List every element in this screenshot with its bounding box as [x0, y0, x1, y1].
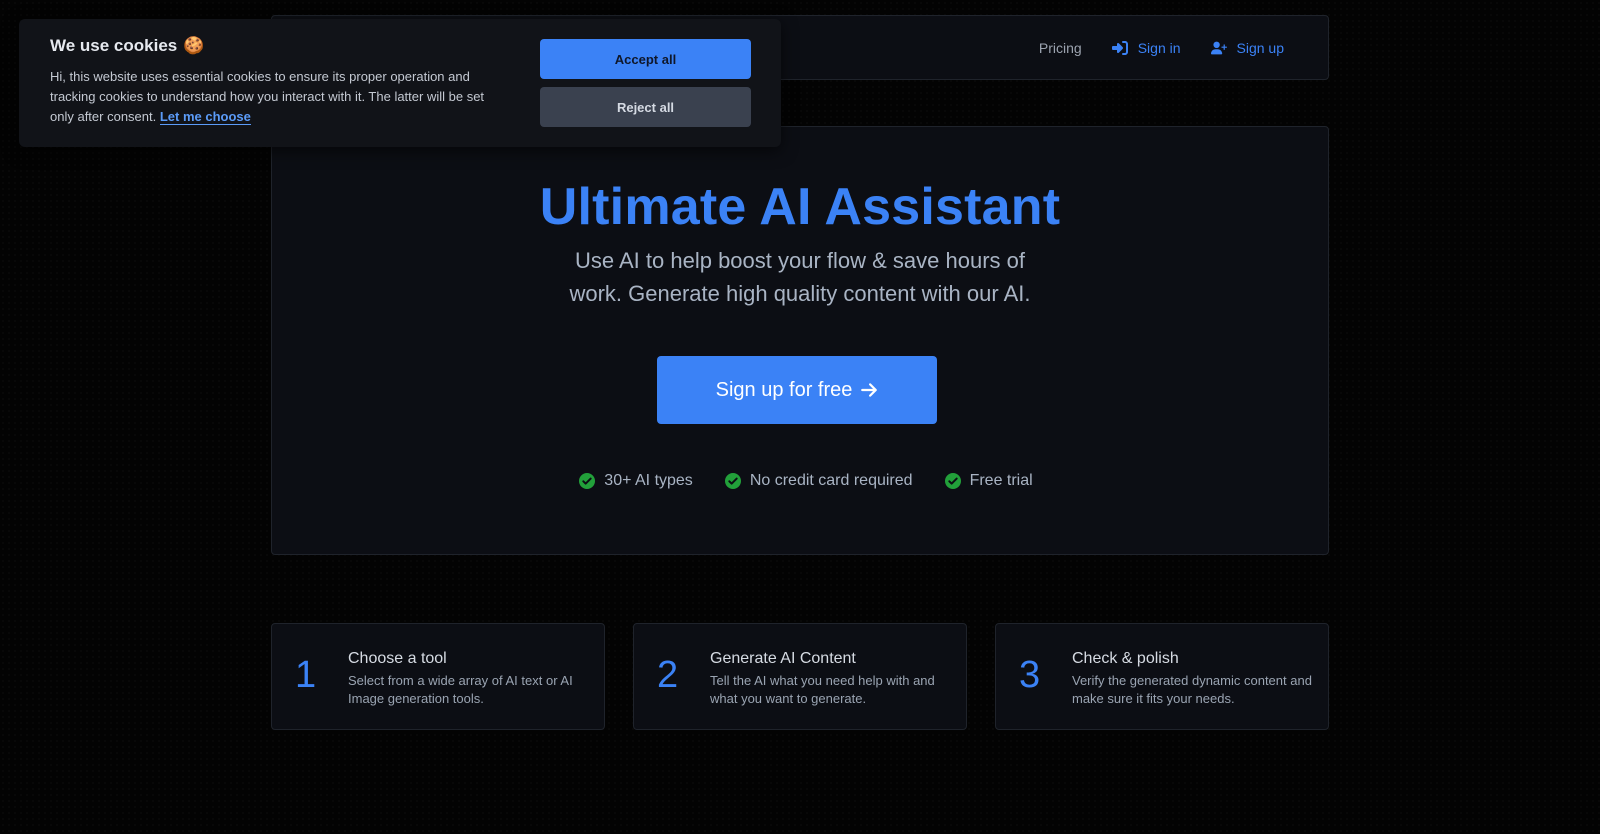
- cookie-body-text: Hi, this website uses essential cookies …: [50, 69, 485, 124]
- nav-sign-up-label: Sign up: [1236, 39, 1284, 56]
- hero-subtitle: Use AI to help boost your flow & save ho…: [569, 248, 1031, 306]
- nav-pricing-link[interactable]: Pricing: [1039, 40, 1082, 56]
- step-description: Select from a wide array of AI text or A…: [348, 673, 573, 706]
- nav-sign-in-link[interactable]: Sign in: [1111, 39, 1181, 56]
- nav-sign-up-link[interactable]: Sign up: [1210, 39, 1284, 56]
- feature-item: Free trial: [944, 472, 1033, 490]
- feature-label: No credit card required: [749, 472, 913, 489]
- feature-item: No credit card required: [724, 472, 913, 490]
- step-card: 3 Check & polish Verify the generated dy…: [995, 623, 1329, 730]
- cookie-icon: 🍪: [183, 36, 205, 56]
- nav-links: Pricing Sign in Sign up: [1039, 16, 1284, 79]
- step-title: Generate AI Content: [710, 650, 856, 667]
- check-circle-icon: [724, 473, 741, 489]
- user-plus-icon: [1210, 41, 1227, 54]
- step-description: Tell the AI what you need help with and …: [710, 673, 935, 706]
- hero-title: Ultimate AI Assistant: [539, 178, 1061, 236]
- step-title: Choose a tool: [348, 650, 447, 667]
- sign-in-icon: [1111, 40, 1128, 55]
- step-description: Verify the generated dynamic content and…: [1072, 673, 1312, 706]
- steps-section: 1 Choose a tool Select from a wide array…: [271, 623, 1329, 730]
- nav-pricing-label: Pricing: [1038, 39, 1082, 56]
- cookie-title-text: We use cookies: [50, 36, 178, 55]
- step-card: 1 Choose a tool Select from a wide array…: [271, 623, 605, 730]
- cookie-title: We use cookies 🍪: [50, 36, 204, 56]
- check-circle-icon: [944, 473, 961, 489]
- step-card: 2 Generate AI Content Tell the AI what y…: [633, 623, 967, 730]
- step-number: 1: [295, 654, 317, 696]
- step-number: 3: [1019, 654, 1041, 696]
- cookie-banner: We use cookies 🍪 Hi, this website uses e…: [19, 19, 781, 147]
- step-title: Check & polish: [1072, 650, 1179, 667]
- accept-all-button[interactable]: Accept all: [540, 39, 751, 79]
- feature-label: 30+ AI types: [604, 472, 693, 489]
- cookie-text: Hi, this website uses essential cookies …: [50, 67, 500, 127]
- nav-sign-in-label: Sign in: [1137, 39, 1181, 56]
- hero-section: Ultimate AI Assistant Use AI to help boo…: [271, 126, 1329, 555]
- feature-item: 30+ AI types: [579, 472, 693, 490]
- feature-list: 30+ AI types No credit card required Fre…: [272, 472, 1328, 490]
- reject-all-button[interactable]: Reject all: [540, 87, 751, 127]
- feature-label: Free trial: [969, 472, 1033, 489]
- sign-up-free-button[interactable]: Sign up for free: [657, 356, 937, 424]
- arrow-right-icon: [861, 383, 878, 397]
- step-number: 2: [657, 654, 679, 696]
- check-circle-icon: [579, 473, 596, 489]
- let-me-choose-link[interactable]: Let me choose: [159, 109, 251, 125]
- sign-up-free-label: Sign up for free: [715, 378, 853, 401]
